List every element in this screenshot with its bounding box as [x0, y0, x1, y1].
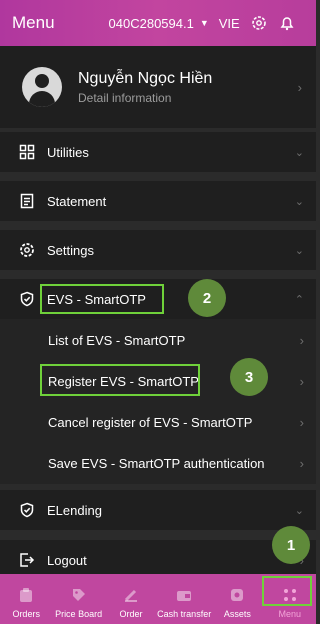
profile-subtitle: Detail information: [78, 90, 172, 105]
chevron-down-icon: ⌄: [294, 244, 304, 257]
step-badge-3: 3: [230, 358, 268, 396]
menu-item-utilities[interactable]: Utilities ⌄: [0, 132, 316, 172]
chevron-right-icon: ›: [299, 373, 304, 389]
chevron-right-icon: ›: [299, 455, 304, 471]
tab-orders[interactable]: Orders: [0, 574, 52, 624]
menu-item-label: ELending: [47, 502, 102, 518]
cash-transfer-icon: [176, 587, 192, 603]
tab-price-board[interactable]: Price Board: [52, 574, 104, 624]
account-number: 040C280594.1: [108, 15, 194, 31]
settings-gear-icon[interactable]: [250, 14, 268, 32]
highlight-box-menu-tab: [262, 576, 312, 606]
submenu-item-label: List of EVS - SmartOTP: [48, 332, 186, 348]
menu-item-label: Utilities: [47, 144, 89, 160]
step-badge-2: 2: [188, 279, 226, 317]
orders-icon: [18, 587, 34, 603]
order-icon: [123, 587, 139, 603]
chevron-down-icon: ⌄: [294, 146, 304, 159]
menu-item-settings[interactable]: Settings ⌄: [0, 230, 316, 270]
assets-icon: [229, 587, 245, 603]
document-icon: [18, 192, 36, 210]
submenu-item-cancel-evs[interactable]: Cancel register of EVS - SmartOTP ›: [0, 401, 316, 443]
bell-icon[interactable]: [278, 14, 296, 32]
highlight-box-evs: [40, 284, 164, 314]
tab-order[interactable]: Order: [105, 574, 157, 624]
menu-item-label: Logout: [47, 552, 87, 568]
chevron-right-icon: ›: [299, 414, 304, 430]
chevron-down-icon: ⌄: [294, 504, 304, 517]
tab-cash-transfer[interactable]: Cash transfer: [157, 574, 211, 624]
grid-icon: [18, 143, 36, 161]
submenu-item-label: Cancel register of EVS - SmartOTP: [48, 414, 253, 430]
shield-check-icon: [18, 290, 36, 308]
chevron-up-icon: ⌃: [294, 293, 304, 306]
page-title: Menu: [12, 13, 55, 32]
submenu-item-label: Save EVS - SmartOTP authentication: [48, 455, 265, 471]
avatar: [22, 67, 62, 107]
gear-icon: [18, 241, 36, 259]
highlight-box-register: [40, 364, 200, 396]
language-selector[interactable]: VIE: [219, 16, 240, 31]
chevron-right-icon: ›: [299, 332, 304, 348]
submenu-item-list-evs[interactable]: List of EVS - SmartOTP ›: [0, 319, 316, 361]
profile-card[interactable]: Nguyễn Ngọc Hiền Detail information ›: [0, 46, 316, 128]
submenu-item-save-evs-auth[interactable]: Save EVS - SmartOTP authentication ›: [0, 442, 316, 484]
shield-check-icon: [18, 501, 36, 519]
tab-assets[interactable]: Assets: [211, 574, 263, 624]
price-board-icon: [71, 587, 87, 603]
menu-item-label: Statement: [47, 193, 107, 209]
logout-icon: [18, 551, 36, 569]
account-selector[interactable]: 040C280594.1 ▼: [109, 16, 209, 31]
app-header: Menu 040C280594.1 ▼ VIE: [0, 0, 316, 46]
profile-name: Nguyễn Ngọc Hiền: [78, 69, 213, 87]
menu-item-elending[interactable]: ELending ⌄: [0, 490, 316, 530]
chevron-down-icon: ▼: [199, 18, 209, 28]
chevron-down-icon: ⌄: [294, 195, 304, 208]
menu-item-statement[interactable]: Statement ⌄: [0, 181, 316, 221]
step-badge-1: 1: [272, 526, 310, 564]
menu-item-label: Settings: [47, 242, 94, 258]
chevron-right-icon: ›: [297, 79, 302, 95]
